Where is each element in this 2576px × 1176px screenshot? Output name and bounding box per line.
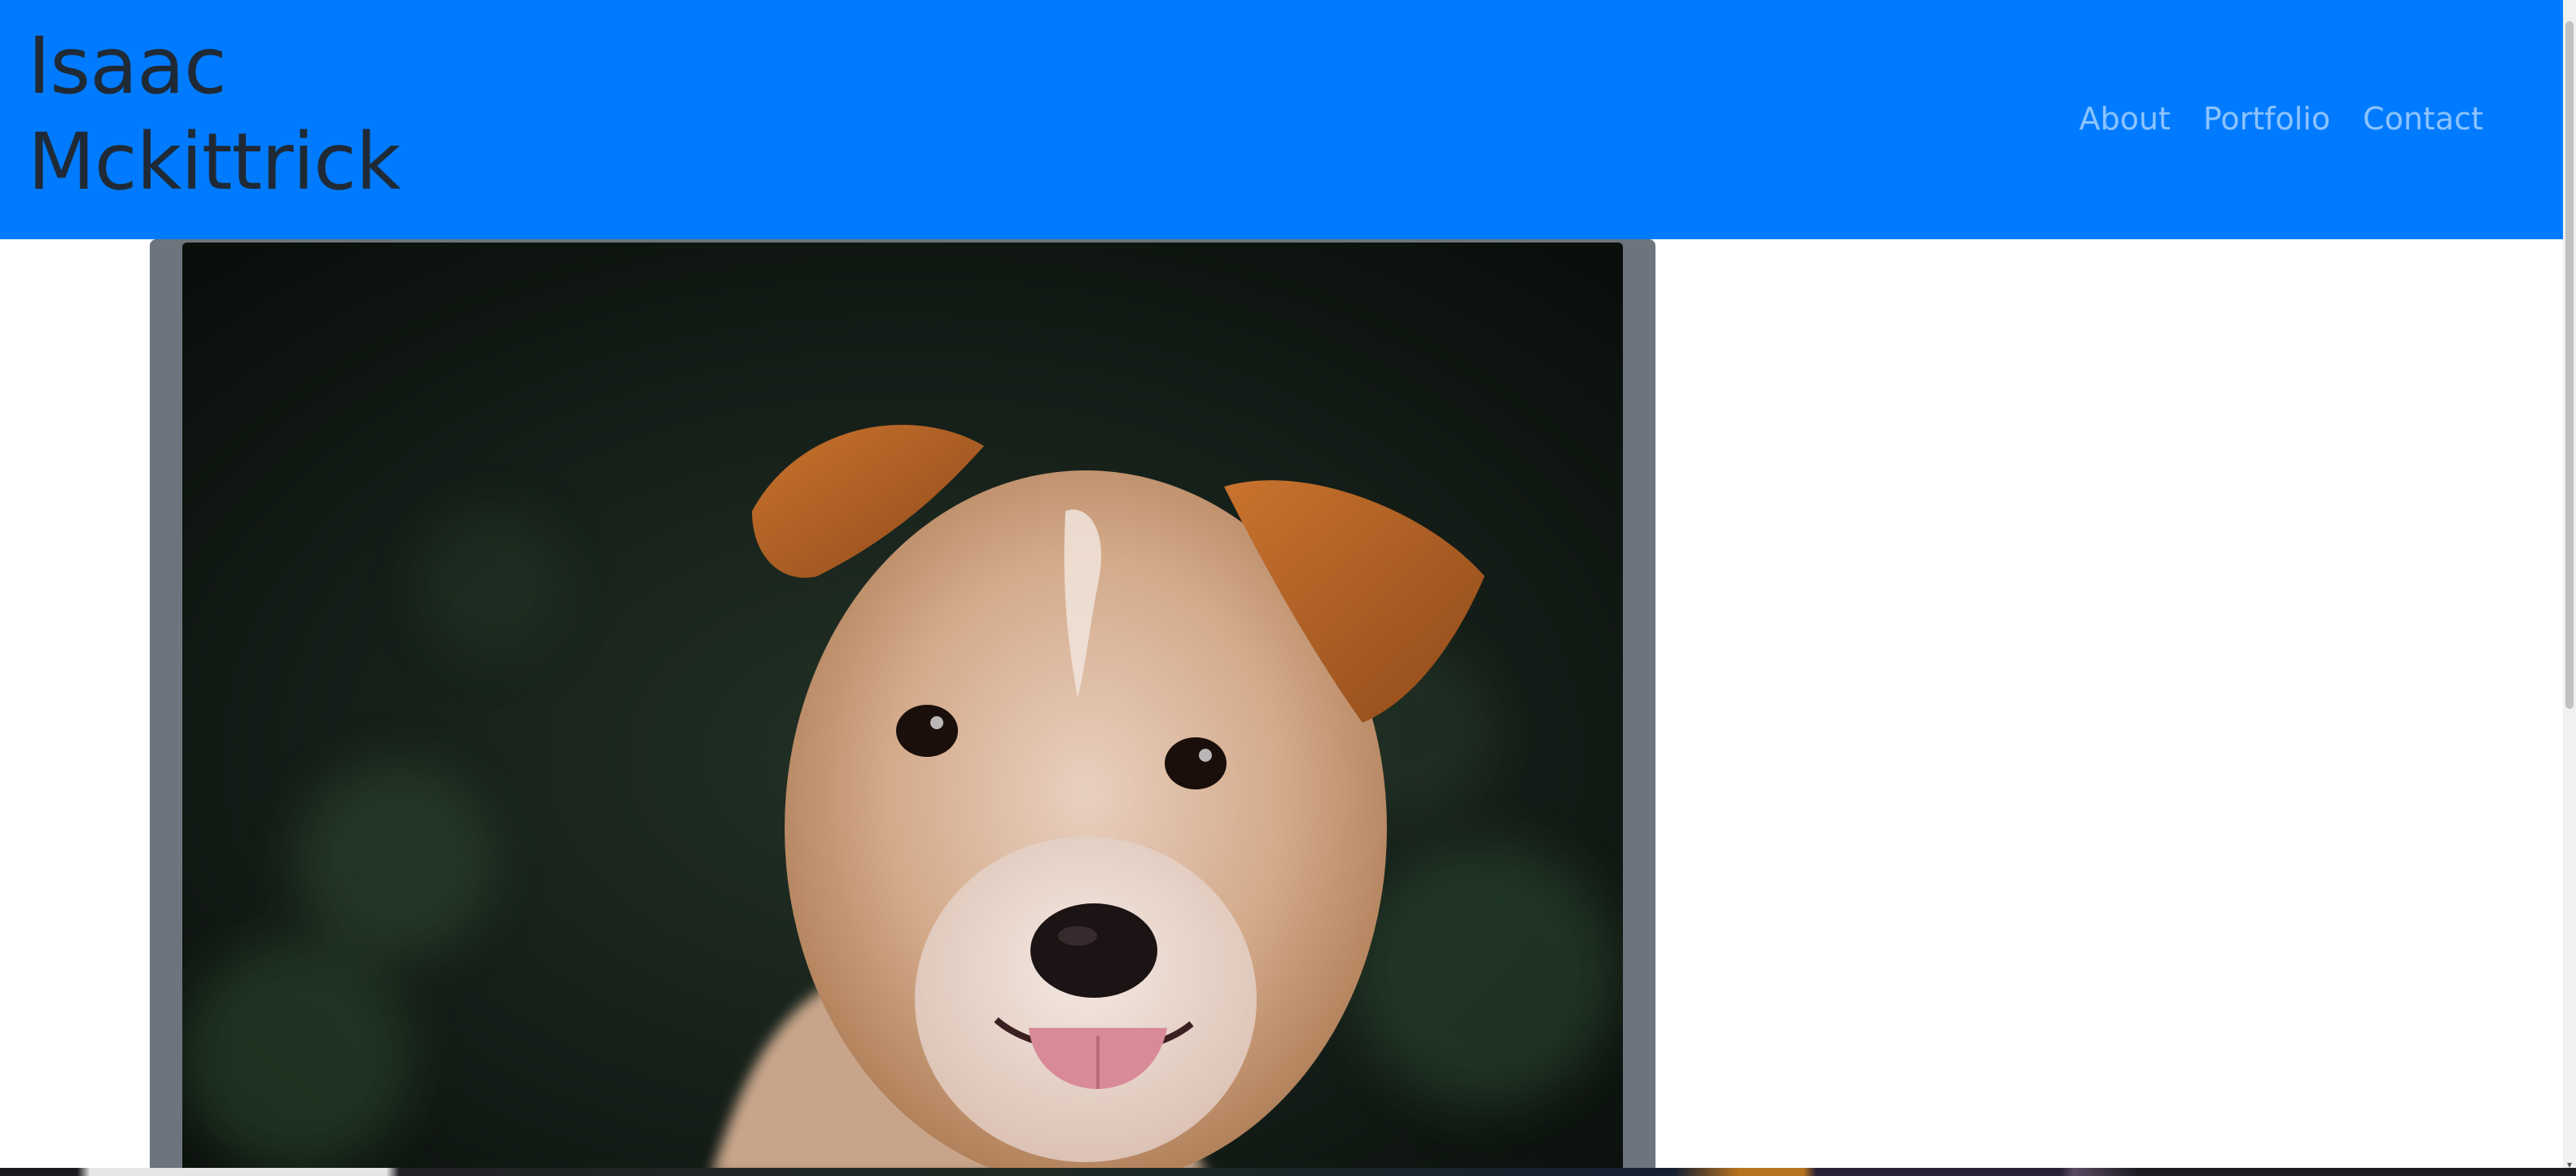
nav-link-portfolio[interactable]: Portfolio <box>2203 96 2330 142</box>
taskbar-strip <box>0 1168 2576 1176</box>
nav-link-contact[interactable]: Contact <box>2363 96 2483 142</box>
navbar: Isaac Mckittrick About Portfolio Contact <box>0 0 2563 239</box>
portfolio-card <box>150 239 1655 1176</box>
page: Isaac Mckittrick About Portfolio Contact <box>0 0 2576 1176</box>
brand-name[interactable]: Isaac Mckittrick <box>28 18 451 210</box>
brand-last-name: Mckittrick <box>28 116 401 208</box>
nav-link-about[interactable]: About <box>2079 96 2170 142</box>
vertical-scrollbar[interactable]: ▾ <box>2563 0 2576 1176</box>
brand-first-name: Isaac <box>28 20 227 111</box>
puppy-photo <box>182 243 1623 1176</box>
nav-links: About Portfolio Contact <box>2079 96 2483 142</box>
puppy-illustration <box>182 243 1623 1176</box>
scrollbar-thumb[interactable] <box>2565 21 2574 709</box>
